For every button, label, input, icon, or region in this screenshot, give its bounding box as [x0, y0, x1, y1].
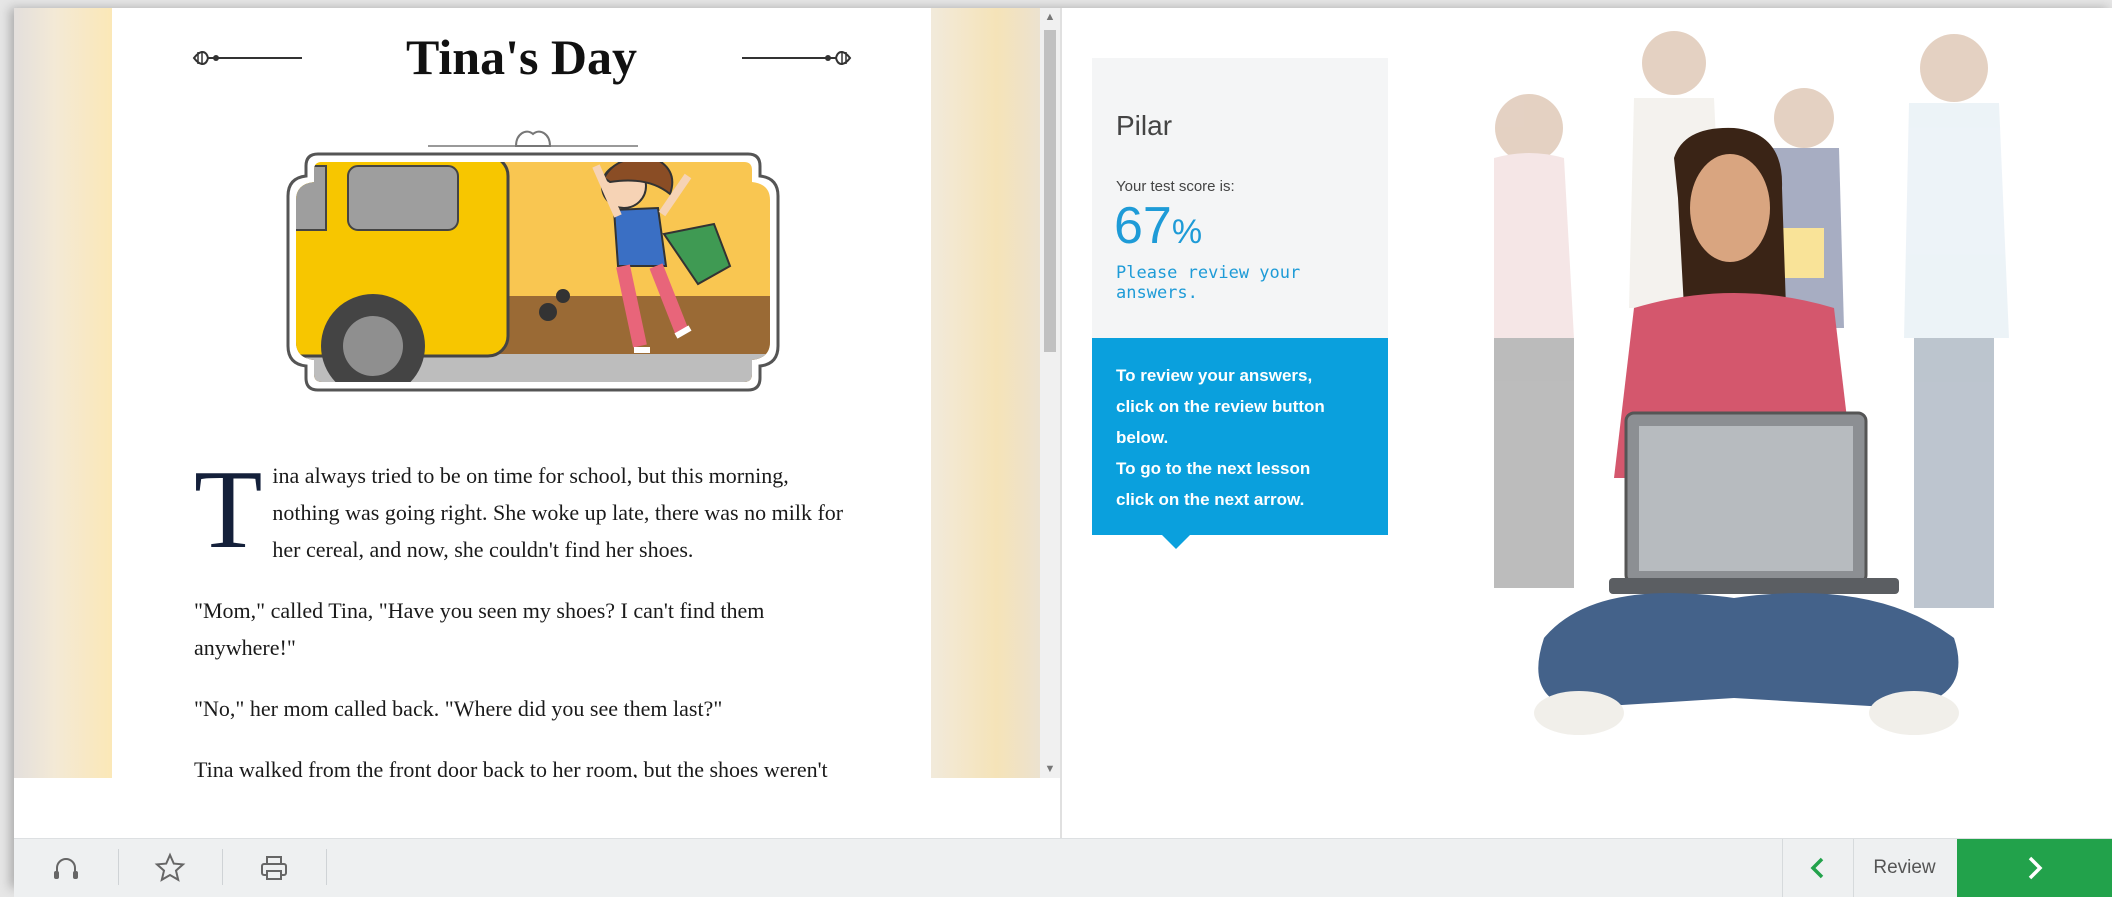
bottom-toolbar: Review	[14, 838, 2112, 897]
previous-button[interactable]	[1782, 839, 1854, 897]
story-paragraph: Tina always tried to be on time for scho…	[194, 448, 844, 572]
scroll-thumb[interactable]	[1044, 30, 1056, 352]
instruction-line: below.	[1116, 428, 1169, 447]
student-name: Pilar	[1116, 110, 1173, 141]
instruction-line: To go to the next lesson	[1116, 459, 1311, 478]
lesson-window: Tina's Day T ina always tried to be on t…	[14, 8, 2112, 897]
chevron-right-icon	[2028, 856, 2042, 880]
instructions-box: To review your answers, click on the rev…	[1092, 338, 1388, 535]
story-paragraph: "No," her mom called back. "Where did yo…	[194, 696, 723, 721]
instruction-line: click on the next arrow.	[1116, 490, 1305, 509]
story-page: Tina's Day T ina always tried to be on t…	[112, 8, 931, 778]
story-paragraph: "Mom," called Tina, "Have you seen my sh…	[194, 598, 765, 660]
favorite-button[interactable]	[118, 839, 222, 897]
headphones-icon	[54, 858, 78, 879]
drop-cap: T	[194, 448, 263, 572]
score-card: Pilar Your test score is: 67% Please rev…	[1092, 58, 1388, 343]
story-text: Tina always tried to be on time for scho…	[194, 403, 854, 778]
scroll-up-icon[interactable]: ▲	[1040, 8, 1060, 26]
printer-icon	[261, 856, 287, 880]
score-label: Your test score is:	[1116, 178, 1235, 195]
students-photo	[1494, 31, 2009, 735]
story-illustration	[286, 130, 780, 392]
print-button[interactable]	[222, 839, 326, 897]
instruction-line: To review your answers,	[1116, 366, 1313, 385]
score-message: Please review your answers.	[1116, 263, 1301, 303]
star-icon	[154, 852, 186, 882]
scroll-down-icon[interactable]: ▼	[1040, 760, 1060, 778]
score-value: 67%	[1114, 197, 1203, 255]
story-reader[interactable]: Tina's Day T ina always tried to be on t…	[14, 8, 1060, 778]
right-flourish-icon	[742, 51, 852, 65]
review-button[interactable]: Review	[1852, 839, 1957, 897]
audio-button[interactable]	[14, 839, 118, 897]
story-paragraph: Tina walked from the front door back to …	[194, 757, 828, 778]
next-button[interactable]	[1957, 839, 2112, 897]
reader-scrollbar[interactable]: ▲ ▼	[1040, 8, 1060, 778]
instruction-line: click on the review button	[1116, 397, 1325, 416]
chevron-left-icon	[1810, 857, 1824, 879]
